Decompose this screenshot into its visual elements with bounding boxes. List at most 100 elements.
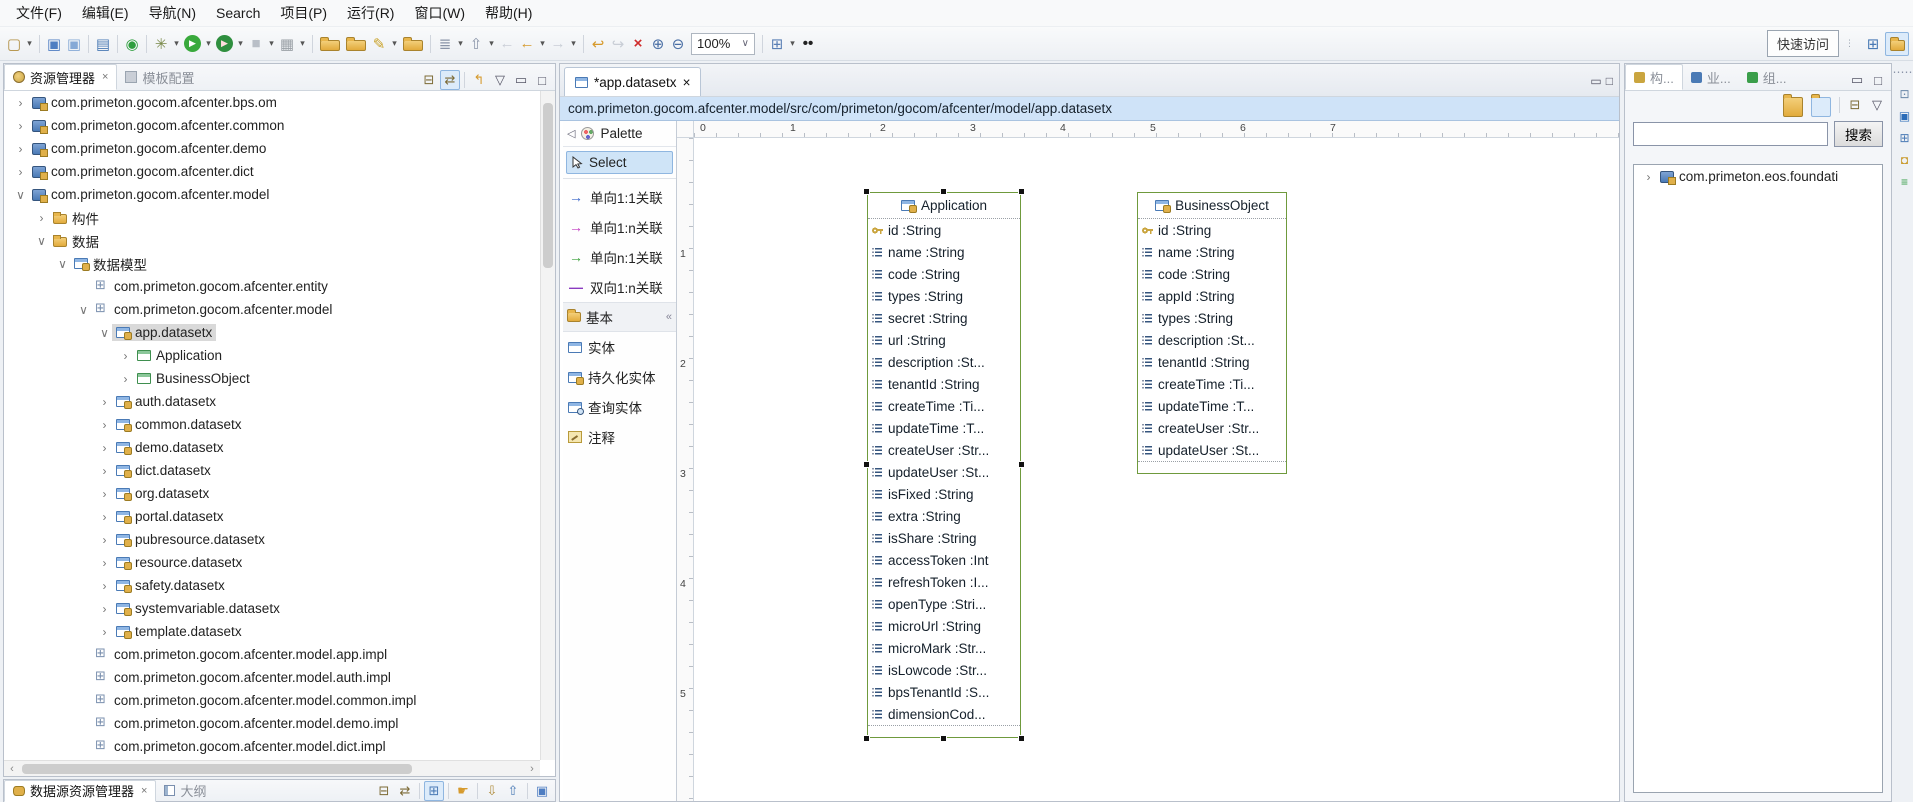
menu-item[interactable]: 帮助(H) (475, 0, 542, 27)
entity-application[interactable]: Application id :String name :String code… (867, 192, 1021, 738)
delete-icon[interactable]: × (628, 33, 648, 55)
menu-item[interactable]: 窗口(W) (404, 0, 475, 27)
right-panel-tab[interactable]: 业... (1683, 64, 1739, 90)
tree-item[interactable]: › resource.datasetx (4, 551, 540, 574)
expander-icon[interactable]: ∨ (34, 234, 49, 248)
relation-n-1-tool[interactable]: → 单向n:1关联 (563, 242, 676, 272)
tab-app-datasetx[interactable]: *app.datasetx × (564, 67, 701, 96)
entity-field[interactable]: dimensionCod... (868, 703, 1020, 725)
stop-icon[interactable]: ■ (246, 33, 266, 55)
tree-item[interactable]: › com.primeton.gocom.afcenter.dict (4, 160, 540, 183)
rows-view-icon[interactable]: ≡ (1901, 175, 1908, 189)
publish-icon[interactable]: ⇧ (466, 33, 486, 55)
tree-item[interactable]: › dict.datasetx (4, 459, 540, 482)
entity-field[interactable]: isLowcode :Str... (868, 659, 1020, 681)
persistent-entity-tool[interactable]: 持久化实体 (563, 362, 676, 392)
expander-icon[interactable]: › (97, 533, 112, 547)
minimize-icon[interactable]: ▭ (511, 70, 531, 90)
close-icon[interactable]: × (141, 785, 147, 797)
query-entity-tool[interactable]: 查询实体 (563, 392, 676, 422)
toolbar-icon[interactable] (762, 35, 763, 53)
expander-icon[interactable]: › (97, 556, 112, 570)
open-asset-icon[interactable] (320, 40, 340, 51)
toolbar-icon[interactable] (146, 35, 147, 53)
tree-item[interactable]: › auth.datasetx (4, 390, 540, 413)
breadcrumb[interactable]: com.primeton.gocom.afcenter.model/src/co… (560, 97, 1619, 121)
open-perspective-icon[interactable]: ⊞ (1861, 32, 1885, 56)
entity-field[interactable]: createTime :Ti... (1138, 373, 1286, 395)
tree-item[interactable]: com.primeton.gocom.afcenter.model.common… (4, 689, 540, 712)
selection-handle[interactable] (863, 188, 870, 195)
toolbar-icon[interactable] (39, 35, 40, 53)
tree-item[interactable]: › 构件 (4, 206, 540, 229)
palette-group-basic[interactable]: 基本 « (563, 302, 676, 332)
close-icon[interactable]: × (683, 75, 691, 90)
undo-icon[interactable]: ↩ (588, 33, 608, 55)
run-caret[interactable]: ▾ (203, 33, 214, 55)
expander-icon[interactable]: › (97, 464, 112, 478)
remote-console-icon[interactable]: ▤ (93, 33, 113, 55)
entity-field[interactable]: description :St... (1138, 329, 1286, 351)
link-editor-icon[interactable]: ⇄ (395, 781, 415, 801)
expander-icon[interactable]: › (34, 211, 49, 225)
menu-item[interactable]: 运行(R) (337, 0, 404, 27)
expander-icon[interactable]: › (97, 418, 112, 432)
search-button[interactable]: 搜索 (1834, 121, 1883, 147)
collapse-all-icon[interactable]: ⊟ (1845, 95, 1865, 115)
entity-field[interactable]: types :String (1138, 307, 1286, 329)
entity-field[interactable]: code :String (868, 263, 1020, 285)
tree-item[interactable]: › com.primeton.gocom.afcenter.common (4, 114, 540, 137)
relation-1-n-tool[interactable]: → 单向1:n关联 (563, 212, 676, 242)
view-control-icon[interactable] (448, 783, 449, 799)
tab-datasource-explorer[interactable]: 数据源资源管理器 × (4, 780, 156, 802)
expander-icon[interactable]: › (118, 372, 133, 386)
expander-icon[interactable]: › (97, 510, 112, 524)
horizontal-scrollbar[interactable]: ‹ › (4, 760, 540, 776)
prev-edit-icon[interactable]: ← (497, 33, 517, 55)
deploy-caret[interactable]: ▾ (389, 33, 400, 55)
collapse-all-icon[interactable]: ⊟ (419, 70, 439, 90)
component-history-icon[interactable] (1811, 97, 1831, 117)
group-collapse-icon[interactable]: « (666, 311, 672, 323)
entity-field[interactable]: code :String (1138, 263, 1286, 285)
entity-field[interactable]: openType :Stri... (868, 593, 1020, 615)
tree-item[interactable]: › org.datasetx (4, 482, 540, 505)
coverage-icon[interactable]: ▦ (277, 33, 297, 55)
selection-handle[interactable] (863, 735, 870, 742)
entity-field[interactable]: updateUser :St... (868, 461, 1020, 483)
selection-handle[interactable] (1018, 461, 1025, 468)
maximize-icon[interactable]: □ (1606, 74, 1613, 88)
toolbar-icon[interactable] (117, 35, 118, 53)
save-icon[interactable]: ▣ (44, 33, 64, 55)
restore-view-icon[interactable]: ⊡ (1899, 87, 1909, 101)
layout-icon[interactable]: ⊞ (767, 33, 787, 55)
entity-field[interactable]: name :String (1138, 241, 1286, 263)
scroll-right-icon[interactable]: › (524, 763, 540, 775)
entity-field[interactable]: id :String (868, 219, 1020, 241)
debug-icon[interactable]: ✳ (151, 33, 171, 55)
maximize-icon[interactable]: □ (1868, 70, 1888, 90)
entity-field[interactable]: refreshToken :I... (868, 571, 1020, 593)
entity-field[interactable]: createUser :Str... (1138, 417, 1286, 439)
coverage-caret[interactable]: ▾ (297, 33, 308, 55)
maximize-icon[interactable]: □ (532, 70, 552, 90)
minimize-icon[interactable]: ▭ (1590, 74, 1601, 88)
expander-icon[interactable]: › (1641, 170, 1656, 184)
tree-item[interactable]: › Application (4, 344, 540, 367)
entity-field[interactable]: isShare :String (868, 527, 1020, 549)
entity-field[interactable]: bpsTenantId :S... (868, 681, 1020, 703)
toolbar-icon[interactable] (430, 35, 431, 53)
tree-mode-icon[interactable]: ⊞ (424, 781, 444, 801)
expander-icon[interactable]: › (97, 579, 112, 593)
entity-title[interactable]: BusinessObject (1138, 193, 1286, 219)
selection-handle[interactable] (1018, 735, 1025, 742)
new-wizard-caret[interactable]: ▾ (24, 33, 35, 55)
selection-handle[interactable] (1018, 188, 1025, 195)
find-icon[interactable]: •• (798, 33, 818, 55)
back-icon[interactable]: ← (517, 33, 537, 55)
go-into-icon[interactable]: ↰ (469, 70, 489, 90)
fast-view-handle[interactable]: ⋯⋯ (1893, 65, 1913, 79)
debug-caret[interactable]: ▾ (171, 33, 182, 55)
expander-icon[interactable]: ∨ (76, 303, 91, 317)
save-config-icon[interactable]: ▣ (532, 781, 552, 801)
